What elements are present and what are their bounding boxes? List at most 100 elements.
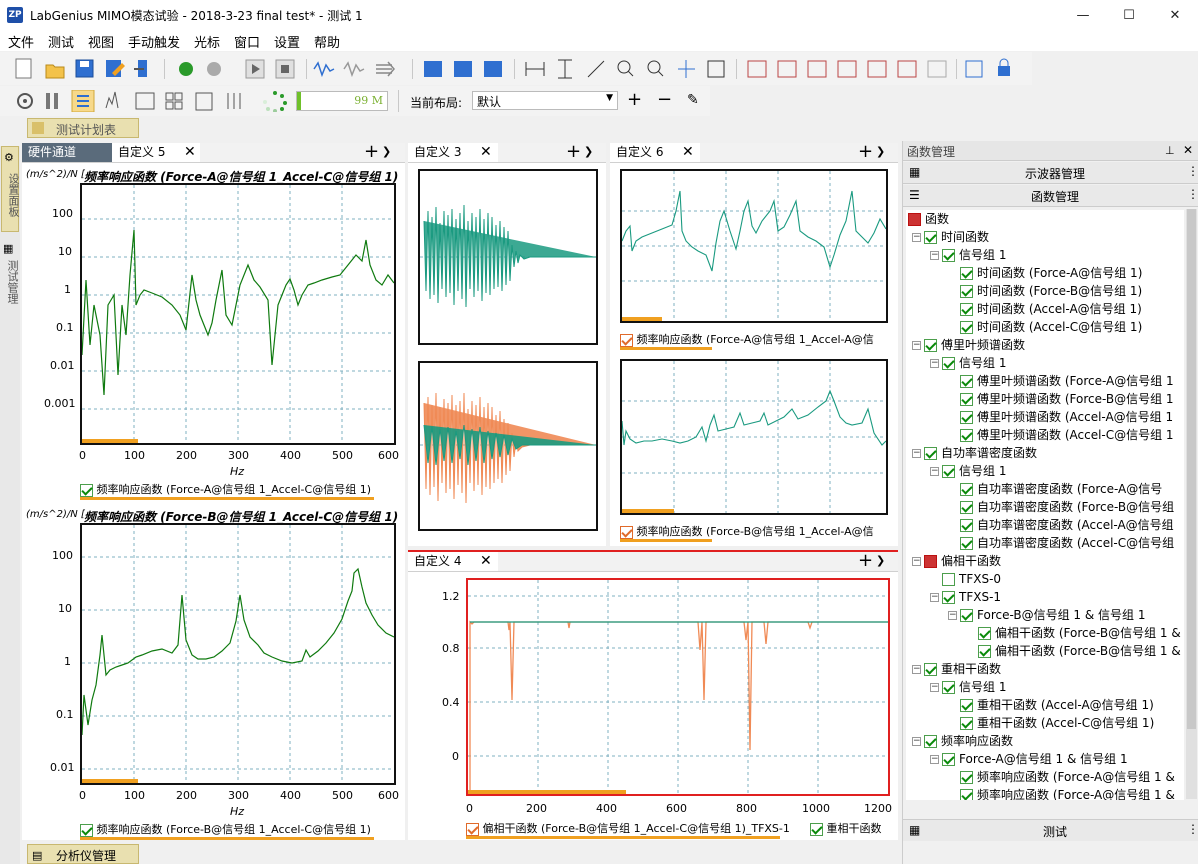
maximize-icon[interactable]: ☐ <box>1106 0 1152 31</box>
tree-item[interactable]: 自功率谱密度函数 (Force-B@信号组 <box>960 498 1174 516</box>
oscilloscope-section[interactable]: ▦ 示波器管理 ⋮ <box>903 162 1198 184</box>
chart1-range-bar[interactable] <box>82 439 138 443</box>
tree-checkbox[interactable] <box>960 519 973 532</box>
collapse-icon[interactable]: − <box>912 737 921 746</box>
close-tab-icon[interactable]: ✕ <box>682 144 694 160</box>
settings-gear-icon[interactable] <box>17 93 33 109</box>
tree-checkbox[interactable] <box>960 771 973 784</box>
forward-icon[interactable] <box>376 61 395 77</box>
page2-icon[interactable] <box>454 61 472 77</box>
function-section[interactable]: ☰ 函数管理 ⋮ <box>903 185 1198 207</box>
grid-1-icon[interactable] <box>747 60 767 78</box>
frf-plot-a[interactable] <box>620 169 888 323</box>
remove-layout-icon[interactable]: − <box>657 89 672 110</box>
collapse-icon[interactable]: − <box>948 611 957 620</box>
list-icon[interactable] <box>71 90 95 112</box>
collapse-icon[interactable]: − <box>930 251 939 260</box>
run-step-icon[interactable] <box>207 62 221 76</box>
analyzer-management-tab[interactable]: ▤ 分析仪管理 <box>27 844 139 864</box>
tree-checkbox[interactable] <box>942 357 955 370</box>
collapse-icon[interactable]: − <box>930 593 939 602</box>
collapse-icon[interactable]: − <box>930 359 939 368</box>
menu-help[interactable]: 帮助 <box>314 32 340 51</box>
play-icon[interactable] <box>245 59 265 79</box>
coherence-plot[interactable] <box>466 578 890 796</box>
chevron-down-icon[interactable]: ❯ <box>584 145 593 158</box>
menu-cursor[interactable]: 光标 <box>194 32 220 51</box>
tree-item[interactable]: 自功率谱密度函数 (Force-A@信号 <box>960 480 1162 498</box>
tree-item[interactable]: 傅里叶频谱函数 (Accel-A@信号组 1 <box>960 408 1173 426</box>
tree-item[interactable]: 时间函数 (Accel-C@信号组 1) <box>960 318 1142 336</box>
edit-layout-icon[interactable]: ✎ <box>687 92 699 108</box>
grid-4-icon[interactable] <box>837 60 857 78</box>
grid-3-icon[interactable] <box>807 60 827 78</box>
more-icon[interactable]: ⋮ <box>1187 164 1198 178</box>
chevron-down-icon[interactable]: ❯ <box>876 554 885 567</box>
tree-item[interactable]: 频率响应函数 (Force-A@信号组 1 & <box>960 786 1175 800</box>
tree-item[interactable]: 偏相干函数 (Force-B@信号组 1 & <box>978 624 1181 642</box>
pin-icon[interactable]: ⊥ <box>1165 144 1175 157</box>
chevron-down-icon[interactable]: ❯ <box>876 145 885 158</box>
test-management-tab[interactable]: ▦ 测试管理 <box>1 238 19 316</box>
tree-checkbox[interactable] <box>924 339 937 352</box>
test-plan-tab[interactable]: 测试计划表 <box>27 118 139 138</box>
channel-icon[interactable] <box>46 93 58 109</box>
waveform-icon[interactable] <box>313 61 335 78</box>
collapse-icon[interactable]: − <box>912 233 921 242</box>
tree-scrollbar[interactable] <box>1186 209 1197 799</box>
collapse-icon[interactable]: − <box>930 467 939 476</box>
collapse-icon[interactable]: − <box>912 341 921 350</box>
tree-item[interactable]: − 傅里叶频谱函数 <box>912 336 1025 354</box>
menu-file[interactable]: 文件 <box>8 32 34 51</box>
tree-checkbox[interactable] <box>908 213 921 226</box>
tree-item[interactable]: 自功率谱密度函数 (Accel-C@信号组 <box>960 534 1174 552</box>
add-tab-icon[interactable]: + <box>858 141 873 162</box>
tree-item[interactable]: 重相干函数 (Accel-C@信号组 1) <box>960 714 1154 732</box>
grid-6-icon[interactable] <box>897 60 917 78</box>
tree-checkbox[interactable] <box>960 393 973 406</box>
fit-horizontal-icon[interactable] <box>525 62 545 76</box>
chart1-plot[interactable] <box>80 183 396 445</box>
layout-select[interactable]: 默认 ▼ <box>472 91 618 110</box>
grid-5-icon[interactable] <box>867 60 887 78</box>
tree-item[interactable]: 傅里叶频谱函数 (Force-A@信号组 1 <box>960 372 1174 390</box>
tree-item[interactable]: − Force-B@信号组 1 & 信号组 1 <box>948 606 1146 624</box>
coh-legend-2-checkbox[interactable] <box>810 822 823 836</box>
frf-b-legend[interactable]: 频率响应函数 (Force-B@信号组 1_Accel-A@信 <box>620 523 874 542</box>
tree-checkbox[interactable] <box>960 609 973 622</box>
tree-checkbox[interactable] <box>942 681 955 694</box>
coh-legend-1-checkbox[interactable] <box>466 822 479 836</box>
tree-checkbox[interactable] <box>942 465 955 478</box>
tree-item[interactable]: − TFXS-1 <box>930 588 1001 606</box>
tree-checkbox[interactable] <box>942 753 955 766</box>
tree-item[interactable]: − 自功率谱密度函数 <box>912 444 1037 462</box>
tree-item[interactable]: − 重相干函数 <box>912 660 1001 678</box>
page1-icon[interactable] <box>424 61 442 77</box>
frame-icon[interactable] <box>135 92 155 110</box>
quad-icon[interactable] <box>165 92 183 110</box>
tree-checkbox[interactable] <box>960 267 973 280</box>
chart1-legend[interactable]: 频率响应函数 (Force-A@信号组 1_Accel-C@信号组 1) <box>80 481 374 500</box>
fullscreen-icon[interactable] <box>707 60 725 78</box>
tree-checkbox[interactable] <box>960 537 973 550</box>
coh-legend-1[interactable]: 偏相干函数 (Force-B@信号组 1_Accel-C@信号组 1)_TFXS… <box>466 820 790 839</box>
tree-item[interactable]: 时间函数 (Accel-A@信号组 1) <box>960 300 1142 318</box>
tree-checkbox[interactable] <box>924 231 937 244</box>
tree-checkbox[interactable] <box>924 735 937 748</box>
tree-checkbox[interactable] <box>924 663 937 676</box>
tree-checkbox[interactable] <box>924 555 937 568</box>
tree-checkbox[interactable] <box>978 627 991 640</box>
fit-vertical-icon[interactable] <box>558 59 572 79</box>
tree-checkbox[interactable] <box>960 501 973 514</box>
tree-checkbox[interactable] <box>960 321 973 334</box>
tree-checkbox[interactable] <box>942 249 955 262</box>
add-tab-icon[interactable]: + <box>364 141 379 162</box>
stop-icon[interactable] <box>275 59 295 79</box>
add-layout-icon[interactable]: + <box>627 89 642 110</box>
tree-checkbox[interactable] <box>942 591 955 604</box>
tab-hardware-channel[interactable]: 硬件通道 <box>22 143 112 162</box>
test-section[interactable]: ▦ 测试 ⋮ <box>903 819 1198 841</box>
tree-item[interactable]: 傅里叶频谱函数 (Force-B@信号组 1 <box>960 390 1174 408</box>
menu-test[interactable]: 测试 <box>48 32 74 51</box>
grid-7-icon[interactable] <box>927 60 947 78</box>
